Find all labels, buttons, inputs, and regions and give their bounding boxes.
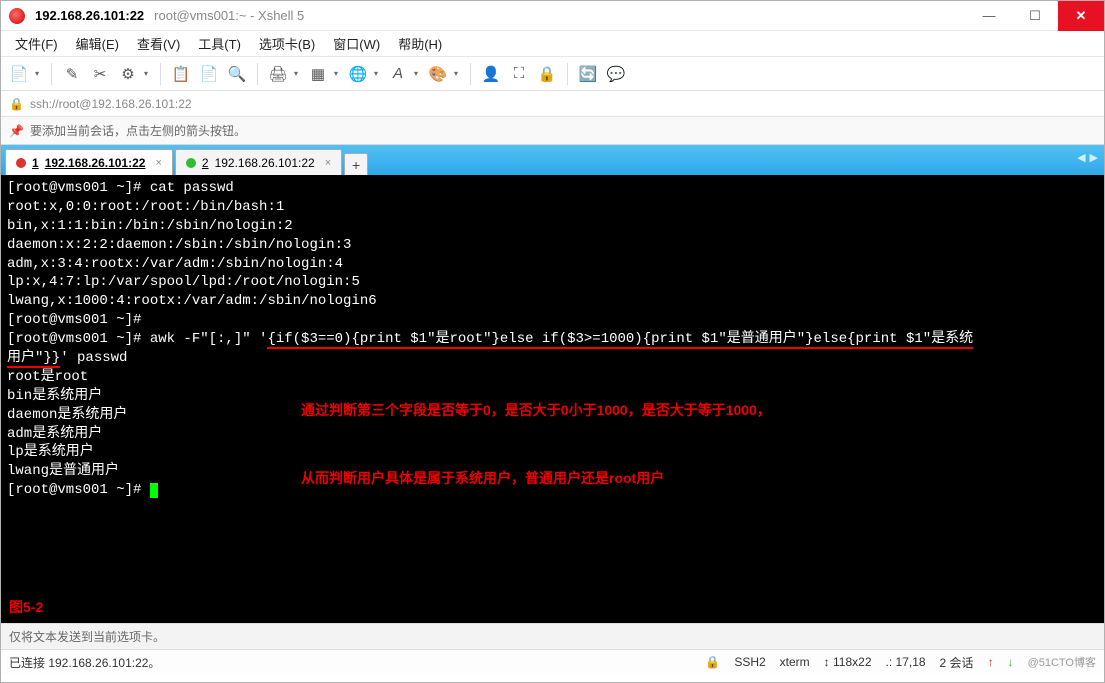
window-title-sub: root@vms001:~ - Xshell 5: [154, 8, 304, 23]
tab-index: 2: [202, 156, 209, 170]
tab-status-icon: [186, 158, 196, 168]
reconnect-icon[interactable]: ✎: [60, 62, 84, 86]
menubar: 文件(F) 编辑(E) 查看(V) 工具(T) 选项卡(B) 窗口(W) 帮助(…: [1, 31, 1104, 57]
fullscreen-icon[interactable]: ⛶: [507, 62, 531, 86]
encoding-icon[interactable]: 🌐: [346, 62, 370, 86]
add-tab-button[interactable]: +: [344, 153, 368, 175]
properties-icon[interactable]: ⚙: [116, 62, 140, 86]
status-lock-icon: 🔒: [705, 655, 720, 669]
tab-label: 192.168.26.101:22: [45, 156, 146, 170]
lock-icon: 🔒: [9, 97, 24, 111]
paste-icon[interactable]: 📄: [197, 62, 221, 86]
status-sessions: 2 会话: [940, 654, 974, 671]
upload-arrow-icon: ↑: [988, 655, 994, 669]
user-icon[interactable]: 👤: [479, 62, 503, 86]
menu-edit[interactable]: 编辑(E): [68, 31, 127, 56]
tab-label: 192.168.26.101:22: [215, 156, 315, 170]
dim-icon: ↕: [824, 655, 830, 669]
tab-index: 1: [32, 156, 39, 170]
status-position: 17,18: [896, 655, 926, 669]
terminal-cmd-wrap: 用户"}}: [7, 350, 60, 368]
status-terminal-type: xterm: [780, 655, 810, 669]
terminal-prompt: [root@vms001 ~]#: [7, 482, 150, 498]
bottom-info-bar: 仅将文本发送到当前选项卡。: [1, 623, 1104, 649]
tab-status-icon: [16, 158, 26, 168]
terminal-output-after: root是root bin是系统用户 daemon是系统用户 adm是系统用户 …: [7, 369, 127, 479]
menu-help[interactable]: 帮助(H): [390, 31, 450, 56]
app-icon: [9, 8, 25, 24]
status-protocol: SSH2: [734, 655, 765, 669]
maximize-button[interactable]: ☐: [1012, 1, 1058, 31]
find-icon[interactable]: 🔍: [225, 62, 249, 86]
hint-text: 要添加当前会话，点击左侧的箭头按钮。: [30, 122, 246, 139]
window-controls: — ☐ ✕: [966, 1, 1104, 31]
copy-icon[interactable]: 📋: [169, 62, 193, 86]
annotation-line-2: 从而判断用户具体是属于系统用户，普通用户还是root用户: [301, 469, 941, 488]
transfer-icon[interactable]: 🔄: [576, 62, 600, 86]
minimize-button[interactable]: —: [966, 1, 1012, 31]
tab-next-icon[interactable]: ▶: [1090, 151, 1098, 164]
close-button[interactable]: ✕: [1058, 1, 1104, 31]
tab-close-icon[interactable]: ×: [325, 157, 331, 169]
menu-view[interactable]: 查看(V): [129, 31, 188, 56]
terminal-cmd-suffix: ' passwd: [60, 350, 127, 366]
annotation-overlay: 通过判断第三个字段是否等于0，是否大于0小于1000，是否大于等于1000， 从…: [301, 363, 941, 507]
lock-toolbar-icon[interactable]: 🔒: [535, 62, 559, 86]
window-title-main: 192.168.26.101:22: [35, 8, 144, 23]
titlebar: 192.168.26.101:22 root@vms001:~ - Xshell…: [1, 1, 1104, 31]
tab-close-icon[interactable]: ×: [155, 157, 161, 169]
tab-strip: 1 192.168.26.101:22 × 2 192.168.26.101:2…: [1, 145, 1104, 175]
chat-icon[interactable]: 💬: [604, 62, 628, 86]
terminal-output-before: [root@vms001 ~]# cat passwd root:x,0:0:r…: [7, 180, 377, 328]
font-icon[interactable]: A: [386, 62, 410, 86]
status-size: 118x22: [833, 655, 871, 669]
annotation-line-1: 通过判断第三个字段是否等于0，是否大于0小于1000，是否大于等于1000，: [301, 401, 941, 420]
figure-label: 图5-2: [9, 598, 43, 617]
tab-nav: ◀ ▶: [1077, 151, 1098, 164]
disconnect-icon[interactable]: ✂: [88, 62, 112, 86]
status-connected: 已连接 192.168.26.101:22。: [9, 654, 160, 671]
toolbar: 📄▾ ✎ ✂ ⚙▾ 📋 📄 🔍 🖨▾ ▦▾ 🌐▾ A▾ 🎨▾ 👤 ⛶ 🔒 🔄 💬: [1, 57, 1104, 91]
watermark: @51CTO博客: [1028, 654, 1096, 670]
menu-file[interactable]: 文件(F): [7, 31, 66, 56]
terminal-cmd-script: {if($3==0){print $1"是root"}else if($3>=1…: [267, 331, 973, 349]
tab-2[interactable]: 2 192.168.26.101:22 ×: [175, 149, 342, 175]
color-icon[interactable]: 🎨: [426, 62, 450, 86]
address-bar: 🔒 ssh://root@192.168.26.101:22: [1, 91, 1104, 117]
cursor: [150, 483, 158, 498]
download-arrow-icon: ↓: [1008, 655, 1014, 669]
layout-icon[interactable]: ▦: [306, 62, 330, 86]
tab-prev-icon[interactable]: ◀: [1077, 151, 1085, 164]
address-text[interactable]: ssh://root@192.168.26.101:22: [30, 97, 192, 111]
bottom-info-text: 仅将文本发送到当前选项卡。: [9, 628, 165, 645]
hint-bar: 📌 要添加当前会话，点击左侧的箭头按钮。: [1, 117, 1104, 145]
tab-1[interactable]: 1 192.168.26.101:22 ×: [5, 149, 173, 175]
menu-tabs[interactable]: 选项卡(B): [251, 31, 323, 56]
status-bar: 已连接 192.168.26.101:22。 🔒 SSH2 xterm ↕ 11…: [1, 649, 1104, 674]
terminal[interactable]: [root@vms001 ~]# cat passwd root:x,0:0:r…: [1, 175, 1104, 623]
menu-tools[interactable]: 工具(T): [190, 31, 249, 56]
print-icon[interactable]: 🖨: [266, 62, 290, 86]
new-session-icon[interactable]: 📄: [7, 62, 31, 86]
menu-window[interactable]: 窗口(W): [325, 31, 388, 56]
pin-icon[interactable]: 📌: [9, 124, 24, 138]
terminal-cmd-prefix: [root@vms001 ~]# awk -F"[:,]" ': [7, 331, 267, 347]
